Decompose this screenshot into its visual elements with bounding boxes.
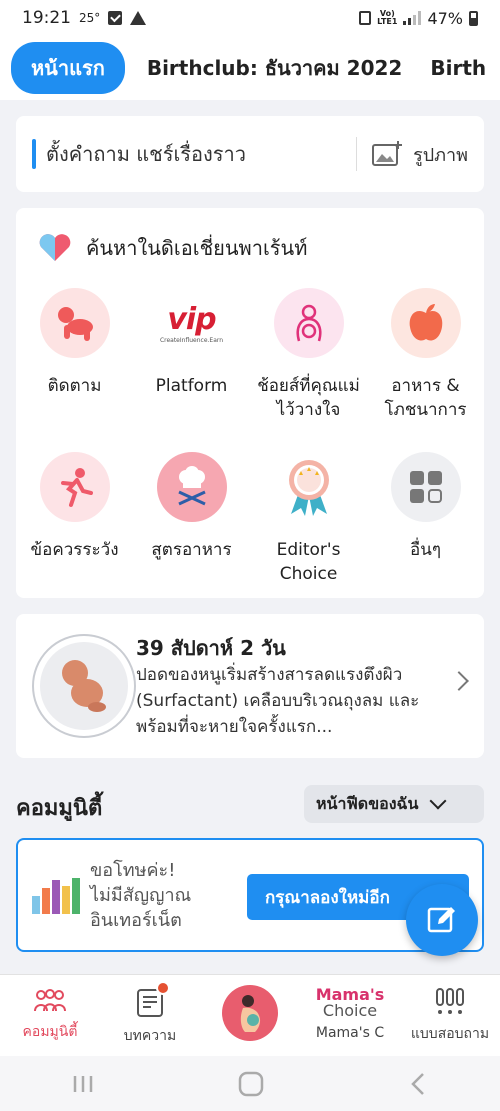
search-title: ค้นหาในดิเอเชี่ยนพาเร้นท์: [86, 236, 308, 260]
category-caution[interactable]: ข้อควรระวัง: [16, 452, 133, 608]
no-signal-icon: [32, 878, 80, 914]
week-title: 39 สัปดาห์ 2 วัน: [136, 636, 286, 660]
fetus-icon: [32, 634, 136, 738]
top-tabs: หน้าแรก Birthclub: ธันวาคม 2022 Birth: [0, 36, 500, 100]
week-description: ปอดของหนูเริ่มสร้างสารลดแรงตึงผิว (Surfa…: [136, 665, 420, 737]
tab-birth-more[interactable]: Birth: [430, 56, 486, 80]
more-grid-icon: [390, 452, 461, 522]
text-cursor-bar: [32, 139, 36, 169]
nav-community[interactable]: คอมมูนิตี้: [0, 975, 100, 1056]
signal-icon: [403, 11, 422, 25]
edit-icon: [427, 907, 455, 933]
tab-home[interactable]: หน้าแรก: [11, 42, 125, 94]
community-icon: [34, 989, 66, 1012]
category-platform[interactable]: vip CreateInfluence.Earn Platform: [133, 288, 250, 444]
category-recipes[interactable]: สูตรอาหาร: [133, 452, 250, 608]
vip-logo-sub: CreateInfluence.Earn: [159, 337, 224, 344]
chevron-right-icon: [449, 671, 469, 691]
apple-icon: [390, 288, 461, 358]
category-label: อื่นๆ: [410, 540, 441, 560]
category-label: อาหาร & โภชนาการ: [384, 376, 467, 420]
bottom-navigation: คอมมูนิตี้ บทความ Mama's Choice Mama's C…: [0, 974, 500, 1056]
battery-percent: 47%: [427, 8, 463, 28]
feed-selector[interactable]: หน้าฟีดของฉัน: [304, 785, 484, 823]
pregnancy-week-card[interactable]: 39 สัปดาห์ 2 วัน ปอดของหนูเริ่มสร้างสารล…: [16, 614, 484, 758]
search-categories-card: ค้นหาในดิเอเชี่ยนพาเร้นท์ ติดตาม vip Cre…: [16, 208, 484, 598]
status-time: 19:21: [22, 8, 71, 28]
baby-crawl-icon: [39, 288, 110, 358]
photo-button[interactable]: รูปภาพ: [371, 139, 468, 169]
chef-hat-icon: [156, 452, 227, 522]
nav-pregnancy[interactable]: [200, 975, 300, 1056]
vip-logo-icon: vip CreateInfluence.Earn: [157, 288, 227, 358]
back-icon[interactable]: [406, 1070, 430, 1098]
category-label: ช้อยส์ที่คุณแม่ไว้วางใจ: [257, 376, 360, 420]
nav-articles[interactable]: บทความ: [100, 975, 200, 1056]
feed-selector-label: หน้าฟีดของฉัน: [316, 793, 419, 813]
category-label: ติดตาม: [47, 376, 102, 396]
battery-icon: [469, 10, 478, 26]
add-photo-icon: [372, 141, 403, 166]
poll-icon: [436, 988, 464, 1014]
system-navigation-bar: [0, 1056, 500, 1111]
category-mom-choice[interactable]: ช้อยส์ที่คุณแม่ไว้วางใจ: [250, 288, 367, 444]
nav-label: แบบสอบถาม: [410, 1026, 490, 1042]
category-food-nutrition[interactable]: อาหาร & โภชนาการ: [367, 288, 484, 444]
volte-icon: Vo) LTE1: [377, 9, 398, 26]
status-temperature: 25°: [79, 11, 101, 25]
notification-badge: [156, 981, 170, 995]
category-label: Editor's Choice: [276, 540, 341, 584]
category-label: Platform: [155, 376, 228, 396]
mamas-choice-logo: Mama's Choice: [316, 987, 385, 1019]
offline-message-3: อินเทอร์เน็ต: [90, 910, 182, 931]
vip-logo-text: vip: [167, 302, 216, 337]
category-others[interactable]: อื่นๆ: [367, 452, 484, 608]
recent-apps-icon[interactable]: [70, 1072, 96, 1096]
offline-message-1: ขอโทษค่ะ!: [90, 860, 176, 881]
nav-label: คอมมูนิตี้: [22, 1024, 78, 1040]
divider: [356, 137, 358, 171]
photo-label: รูปภาพ: [413, 144, 468, 166]
notification-check-icon: [108, 11, 123, 25]
home-icon[interactable]: [237, 1070, 265, 1098]
status-bar: 19:21 25° Vo) LTE1 47%: [0, 0, 500, 36]
category-label: สูตรอาหาร: [151, 540, 232, 560]
tab-birthclub[interactable]: Birthclub: ธันวาคม 2022: [147, 52, 403, 84]
chevron-down-icon: [429, 792, 447, 810]
running-person-icon: [39, 452, 110, 522]
offline-message-2: ไม่มีสัญญาณ: [90, 885, 192, 906]
nav-label: Mama's C: [315, 1025, 385, 1041]
ask-prompt[interactable]: ตั้งคำถาม แชร์เรื่องราว: [46, 138, 356, 170]
sim-lock-icon: [359, 11, 372, 25]
nav-label: บทความ: [123, 1028, 177, 1044]
category-label: ข้อควรระวัง: [30, 540, 119, 560]
mamas-logo-bottom: Choice: [322, 1001, 378, 1020]
nav-poll[interactable]: แบบสอบถาม: [400, 975, 500, 1056]
ask-question-box[interactable]: ตั้งคำถาม แชร์เรื่องราว รูปภาพ: [16, 116, 484, 192]
mother-baby-icon: [273, 288, 344, 358]
category-follow[interactable]: ติดตาม: [16, 288, 133, 444]
category-grid: ติดตาม vip CreateInfluence.Earn Platform…: [16, 288, 484, 608]
category-editors-choice[interactable]: Editor's Choice: [250, 452, 367, 608]
community-title: คอมมูนิตี้: [16, 796, 103, 821]
nav-mamas-choice[interactable]: Mama's Choice Mama's C: [300, 975, 400, 1056]
award-ribbon-icon: [274, 452, 344, 522]
pregnancy-icon: [222, 985, 278, 1041]
heart-logo-icon: [39, 234, 71, 261]
compose-button[interactable]: [406, 884, 478, 956]
warning-icon: [130, 11, 147, 25]
